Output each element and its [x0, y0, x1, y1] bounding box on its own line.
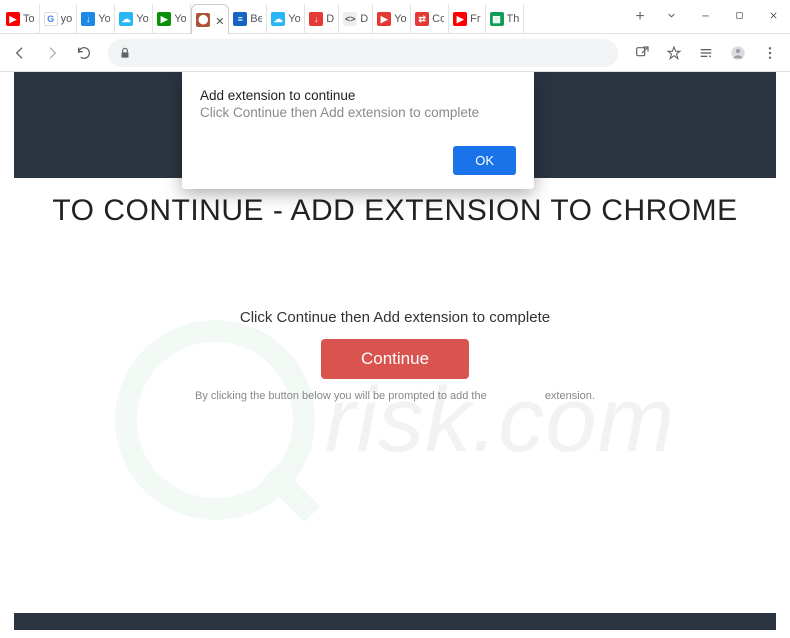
page-margin-left: [0, 72, 14, 638]
page-margin-right: [776, 72, 790, 638]
page-viewport: risk.com TO CONTINUE - ADD EXTENSION TO …: [0, 72, 790, 638]
tab-favicon-youtube-icon: ▶: [453, 12, 467, 26]
browser-tab[interactable]: ☁Yo: [115, 4, 153, 34]
tab-favicon-page-icon: ⬤: [196, 13, 210, 27]
profile-button[interactable]: [724, 39, 752, 67]
tab-favicon-download-blue-icon: ↓: [81, 12, 95, 26]
disclaimer-text-after: extension.: [545, 390, 595, 402]
browser-tab[interactable]: ≡Be: [229, 4, 267, 34]
page-disclaimer: By clicking the button below you will be…: [0, 390, 790, 402]
title-bar: ▶ToGyo↓Yo☁Yo▶Yo⬤✕≡Be☁Yo↓D <>D ▶Yo⇄Co▶Fr▦…: [0, 0, 790, 34]
page-headline: TO CONTINUE - ADD EXTENSION TO CHROME: [30, 194, 760, 228]
tab-label: Yo: [98, 13, 110, 25]
close-window-button[interactable]: [756, 3, 790, 27]
dialog-message: Click Continue then Add extension to com…: [200, 105, 516, 120]
browser-tab[interactable]: ▶To: [2, 4, 40, 34]
tab-favicon-convert-red-icon: ⇄: [415, 12, 429, 26]
reload-button[interactable]: [70, 39, 98, 67]
browser-tab[interactable]: ⬤✕: [191, 4, 229, 34]
tab-label: Be: [250, 13, 262, 25]
toolbar: [0, 34, 790, 72]
tab-favicon-download-cloud-icon: ☁: [271, 12, 285, 26]
browser-tab[interactable]: ▶Fr: [449, 4, 485, 34]
tab-label: Th: [507, 13, 519, 25]
dialog-ok-button[interactable]: OK: [453, 146, 516, 175]
tab-label: D: [326, 13, 334, 25]
browser-tab[interactable]: ⇄Co: [411, 4, 449, 34]
browser-tab[interactable]: ▶Yo: [153, 4, 191, 34]
tab-favicon-play-red-icon: ▶: [377, 12, 391, 26]
tab-favicon-youtube-icon: ▶: [6, 12, 20, 26]
tab-strip: ▶ToGyo↓Yo☁Yo▶Yo⬤✕≡Be☁Yo↓D <>D ▶Yo⇄Co▶Fr▦…: [0, 0, 626, 34]
dialog-actions: OK: [200, 146, 516, 175]
tab-favicon-bars-blue-icon: ≡: [233, 12, 247, 26]
share-button[interactable]: [628, 39, 656, 67]
browser-tab[interactable]: <>D: [339, 4, 373, 34]
page-margin-bottom: [0, 630, 790, 638]
tab-label: yo: [61, 13, 73, 25]
tab-label: To: [23, 13, 35, 25]
tab-label: Yo: [174, 13, 186, 25]
page-subline: Click Continue then Add extension to com…: [0, 309, 790, 326]
back-button[interactable]: [6, 39, 34, 67]
tabs-dropdown-button[interactable]: [654, 3, 688, 27]
browser-tab[interactable]: ▶Yo: [373, 4, 411, 34]
tab-favicon-play-green-icon: ▶: [157, 12, 171, 26]
tab-label: D: [360, 13, 368, 25]
tab-label: Yo: [288, 13, 300, 25]
tab-favicon-google-icon: G: [44, 12, 58, 26]
browser-tab[interactable]: ☁Yo: [267, 4, 305, 34]
maximize-button[interactable]: [722, 3, 756, 27]
browser-tab[interactable]: ▦Th: [486, 4, 524, 34]
tab-label: Yo: [394, 13, 406, 25]
tab-label: Co: [432, 13, 444, 25]
dialog-title: Add extension to continue: [200, 88, 516, 103]
tab-favicon-download-cloud-icon: ☁: [119, 12, 133, 26]
page-footer-dark: [14, 613, 776, 630]
tab-label: Yo: [136, 13, 148, 25]
lock-icon: [118, 46, 132, 60]
tab-favicon-download-red-icon: ↓: [309, 12, 323, 26]
address-bar[interactable]: [108, 39, 618, 67]
tab-favicon-code-icon: <>: [343, 12, 357, 26]
minimize-button[interactable]: [688, 3, 722, 27]
window-controls: [654, 0, 790, 30]
browser-tab[interactable]: ↓D: [305, 4, 339, 34]
javascript-alert-dialog: Add extension to continue Click Continue…: [182, 72, 534, 189]
browser-tab[interactable]: ↓Yo: [77, 4, 115, 34]
new-tab-button[interactable]: +: [626, 3, 654, 31]
browser-tab[interactable]: Gyo: [40, 4, 78, 34]
disclaimer-text-before: By clicking the button below you will be…: [195, 390, 487, 402]
reading-list-button[interactable]: [692, 39, 720, 67]
tab-favicon-sheets-icon: ▦: [490, 12, 504, 26]
tab-label: Fr: [470, 13, 480, 25]
forward-button[interactable]: [38, 39, 66, 67]
bookmark-button[interactable]: [660, 39, 688, 67]
continue-button[interactable]: Continue: [321, 339, 469, 379]
menu-button[interactable]: [756, 39, 784, 67]
tab-close-icon[interactable]: ✕: [215, 15, 224, 25]
